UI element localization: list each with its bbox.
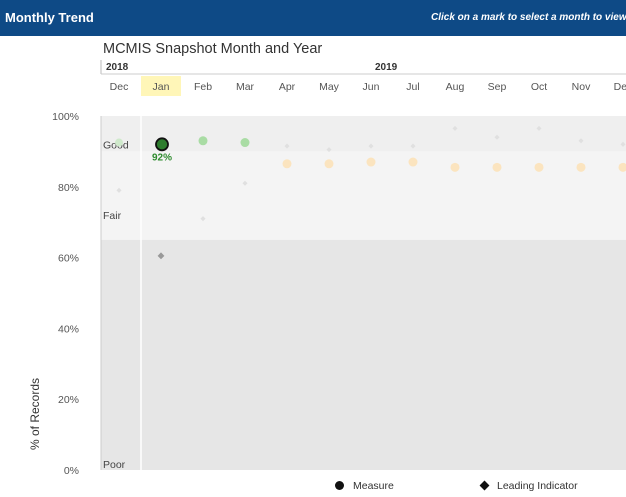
header-title: Monthly Trend — [5, 10, 94, 25]
header-hint: Click on a mark to select a month to vie… — [431, 12, 626, 23]
measure-point[interactable] — [408, 157, 418, 167]
month-label[interactable]: Feb — [194, 81, 212, 93]
month-label[interactable]: Jan — [153, 81, 170, 93]
year-label: 2018 — [106, 62, 129, 73]
measure-point[interactable] — [450, 162, 460, 172]
y-tick-label: 20% — [58, 394, 79, 406]
month-label[interactable]: Jul — [406, 81, 419, 93]
measure-point[interactable] — [198, 136, 208, 146]
band-label: Poor — [103, 459, 126, 471]
chart-title: MCMIS Snapshot Month and Year — [103, 41, 322, 57]
measure-dot-icon — [335, 481, 344, 490]
month-label[interactable]: Dec — [110, 81, 129, 93]
band-good — [101, 116, 626, 152]
legend-measure-label: Measure — [353, 480, 394, 492]
y-tick-label: 40% — [58, 323, 79, 335]
y-tick-label: 80% — [58, 182, 79, 194]
month-label[interactable]: Sep — [488, 81, 507, 93]
measure-point[interactable] — [492, 162, 502, 172]
selected-value-label: 92% — [152, 152, 172, 163]
measure-point[interactable] — [282, 159, 292, 169]
band-fair — [101, 151, 626, 240]
diamond-icon — [479, 480, 490, 491]
y-tick-label: 100% — [52, 111, 79, 123]
trend-chart-svg: MCMIS Snapshot Month and Year 2018 2019 Dec… — [28, 41, 626, 477]
measure-point[interactable] — [240, 138, 250, 148]
measure-point[interactable] — [576, 162, 586, 172]
measure-point-selected[interactable] — [155, 137, 169, 152]
month-label[interactable]: Aug — [446, 81, 465, 93]
measure-point[interactable] — [324, 159, 334, 169]
header-bar: Monthly Trend Click on a mark to select … — [0, 0, 626, 36]
month-label[interactable]: May — [319, 81, 340, 93]
band-label: Fair — [103, 210, 122, 222]
measure-point[interactable] — [366, 157, 376, 167]
measure-point-faint[interactable] — [115, 138, 123, 147]
month-label[interactable]: Oct — [531, 81, 547, 93]
month-label[interactable]: Mar — [236, 81, 255, 93]
y-tick-label: 0% — [64, 465, 79, 477]
month-label[interactable]: Apr — [279, 81, 296, 93]
legend-leading-label: Leading Indicator — [497, 480, 578, 492]
month-label[interactable]: Nov — [572, 81, 591, 93]
month-label[interactable]: Jun — [363, 81, 380, 93]
measure-point[interactable] — [534, 162, 544, 172]
band-poor — [101, 239, 626, 470]
y-tick-label: 60% — [58, 253, 79, 265]
month-label[interactable]: Dec — [614, 81, 626, 93]
legend-measure: Measure — [335, 480, 394, 492]
legend-leading-indicator: Leading Indicator — [479, 480, 578, 492]
trend-chart: MCMIS Snapshot Month and Year 2018 2019 Dec… — [0, 36, 626, 497]
y-axis-title: % of Records — [28, 378, 42, 450]
year-label: 2019 — [375, 62, 398, 73]
